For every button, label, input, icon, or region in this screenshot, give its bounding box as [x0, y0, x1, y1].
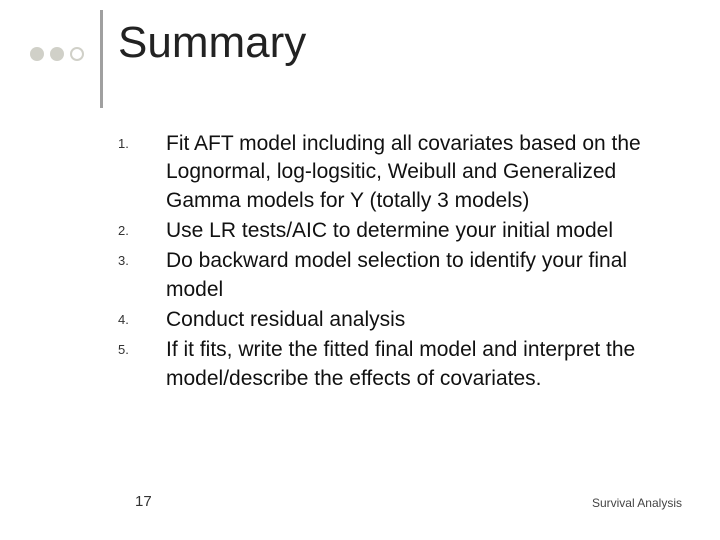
decorative-dots [30, 47, 84, 61]
list-item: 4. Conduct residual analysis [118, 306, 678, 334]
item-number: 5. [118, 336, 166, 393]
item-number: 3. [118, 247, 166, 304]
item-number: 4. [118, 306, 166, 334]
page-number: 17 [135, 493, 152, 510]
slide: Summary 1. Fit AFT model including all c… [0, 0, 720, 540]
item-text: Do backward model selection to identify … [166, 247, 678, 304]
item-text: Use LR tests/AIC to determine your initi… [166, 217, 613, 245]
item-text: If it fits, write the fitted final model… [166, 336, 678, 393]
item-text: Fit AFT model including all covariates b… [166, 130, 678, 215]
dot-icon [30, 47, 44, 61]
page-title: Summary [118, 18, 306, 68]
item-number: 2. [118, 217, 166, 245]
dot-icon [70, 47, 84, 61]
list-item: 2. Use LR tests/AIC to determine your in… [118, 217, 678, 245]
title-divider [100, 10, 103, 108]
list-item: 3. Do backward model selection to identi… [118, 247, 678, 304]
summary-list: 1. Fit AFT model including all covariate… [118, 130, 678, 395]
footer-text: Survival Analysis [592, 496, 682, 510]
list-item: 5. If it fits, write the fitted final mo… [118, 336, 678, 393]
dot-icon [50, 47, 64, 61]
item-number: 1. [118, 130, 166, 215]
list-item: 1. Fit AFT model including all covariate… [118, 130, 678, 215]
item-text: Conduct residual analysis [166, 306, 405, 334]
